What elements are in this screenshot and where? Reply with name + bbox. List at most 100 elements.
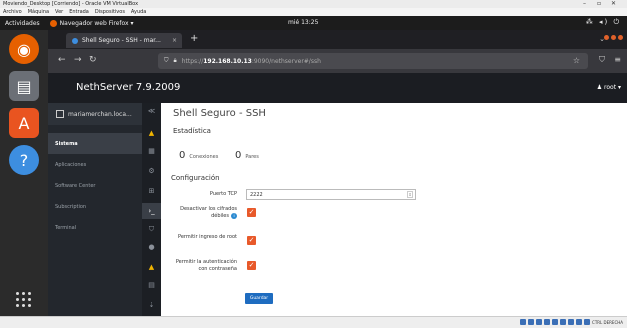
user-menu[interactable]: ♟ root ▾ [597, 84, 621, 91]
server-icon [56, 110, 64, 118]
pocket-icon[interactable]: ⛉ [599, 55, 605, 65]
shared-folder-icon[interactable] [544, 319, 551, 325]
vbox-menu-entrada[interactable]: Entrada [69, 9, 89, 15]
password-auth-checkbox[interactable]: ✓ [247, 261, 256, 270]
disk-icon[interactable] [520, 319, 527, 325]
status-dot-icon[interactable]: ● [147, 243, 156, 252]
vbox-menu-archivo[interactable]: Archivo [3, 9, 22, 15]
maximize-icon[interactable]: ▫ [597, 0, 601, 7]
stat-connections: 0 Conexiones [179, 150, 218, 161]
cpu-icon[interactable] [576, 319, 583, 325]
files-icon[interactable]: ▤ [9, 71, 39, 101]
security-icon[interactable]: ⛉ [147, 225, 156, 234]
root-login-label: Permitir ingreso de root [177, 234, 237, 240]
sidebar-item-software-center[interactable]: Software Center [48, 175, 142, 196]
vbox-menu-ayuda[interactable]: Ayuda [131, 9, 146, 15]
firefox-icon [49, 19, 57, 27]
dashboard-icon[interactable]: ▦ [147, 147, 156, 156]
page-title: Shell Seguro - SSH [173, 108, 266, 119]
firefox-dock-icon[interactable]: ◉ [9, 34, 39, 64]
recording-icon[interactable] [568, 319, 575, 325]
main-content: Shell Seguro - SSH Estadística 0 Conexio… [161, 103, 627, 316]
vbox-status-icons: CTRL DERECHA [520, 319, 623, 325]
activities-button[interactable]: Actividades [5, 20, 40, 27]
url-host: 192.168.10.13 [203, 57, 252, 65]
bookmark-star-icon[interactable]: ☆ [573, 56, 580, 65]
vbox-title: Moviendo_Desktop [Corriendo] - Oracle VM… [3, 1, 139, 7]
vbox-menu-ver[interactable]: Ver [55, 9, 63, 15]
url-bar[interactable]: ⛉ 🔒︎ https://192.168.10.13:9090/nethserv… [158, 53, 588, 69]
back-icon[interactable]: ← [58, 55, 66, 65]
power-icon: ⏻ [613, 18, 621, 26]
tab-ssh[interactable]: Shell Seguro - SSH - mar... × [66, 33, 182, 48]
reload-icon[interactable]: ↻ [89, 55, 97, 65]
firefox-tab-strip: Shell Seguro - SSH - mar... × + ⌄ [48, 30, 627, 49]
network-section-icon[interactable]: ⊞ [147, 187, 156, 196]
url-path: :9090/nethserver#/ssh [251, 57, 321, 65]
software-icon[interactable]: A [9, 108, 39, 138]
minimize-icon[interactable]: – [583, 0, 586, 7]
stat-peers: 0 Pares [235, 150, 259, 161]
stat-connections-label: Conexiones [189, 154, 219, 160]
ssh-section-icon[interactable]: ›_ [142, 203, 161, 219]
app-menu-label: Navegador web Firefox ▾ [59, 19, 134, 27]
tab-close-icon[interactable]: × [172, 37, 177, 44]
sidebar-item-terminal[interactable]: Terminal [48, 217, 142, 238]
vbox-titlebar: Moviendo_Desktop [Corriendo] - Oracle VM… [0, 0, 627, 8]
root-login-checkbox[interactable]: ✓ [247, 236, 256, 245]
tcp-port-input[interactable]: 2222 ⇕ [246, 189, 416, 200]
host-key-label: CTRL DERECHA [592, 319, 623, 325]
host-selector[interactable]: mariamerchan.loca... [48, 103, 142, 125]
hamburger-menu-icon[interactable]: ≡ [614, 55, 621, 64]
services-icon[interactable]: ⚙ [147, 167, 156, 176]
sidebar-item-subscription[interactable]: Subscription [48, 196, 142, 217]
collapse-icon[interactable]: ≪ [147, 107, 156, 116]
sidebar-item-aplicaciones[interactable]: Aplicaciones [48, 154, 142, 175]
notifications-icon[interactable]: ▲ [147, 129, 156, 138]
tcp-port-label: Puerto TCP [209, 191, 237, 197]
usb-icon[interactable] [536, 319, 543, 325]
config-heading: Configuración [171, 174, 220, 182]
vbox-menu-maquina[interactable]: Máquina [28, 9, 49, 15]
stat-connections-value: 0 [179, 150, 186, 161]
shield-icon: ⛉ [164, 57, 169, 64]
warning-icon[interactable]: ▲ [147, 263, 156, 272]
user-icon: ♟ [596, 84, 603, 91]
weak-ciphers-label: Desactivar los cifrados débiles i [167, 206, 237, 220]
mouse-integration-icon[interactable] [584, 319, 591, 325]
brand-title: NethServer 7.9.2009 [76, 82, 181, 93]
dock: ◉ ▤ A ? [0, 30, 48, 316]
network-icon: ⁂ [585, 18, 595, 26]
storage-icon[interactable]: ▤ [147, 281, 156, 290]
app-menu[interactable]: Navegador web Firefox ▾ [49, 19, 134, 27]
sidebar-item-sistema[interactable]: Sistema [48, 133, 142, 154]
logs-icon[interactable]: ⇣ [147, 301, 156, 310]
port-spinner-icon[interactable]: ⇕ [407, 191, 413, 198]
help-icon[interactable]: ? [9, 145, 39, 175]
password-auth-label: Permitir la autenticación con contraseña [175, 259, 237, 272]
network-adapter-icon[interactable] [560, 319, 567, 325]
display-icon[interactable] [552, 319, 559, 325]
window-controls[interactable] [604, 35, 623, 40]
forward-icon[interactable]: → [74, 55, 82, 65]
url-prefix: https:// [181, 57, 204, 65]
vbox-menu-dispositivos[interactable]: Dispositivos [95, 9, 125, 15]
optical-icon[interactable] [528, 319, 535, 325]
volume-icon: ◂) [598, 18, 610, 26]
tab-title: Shell Seguro - SSH - mar... [82, 37, 161, 44]
clock[interactable]: mié 13:25 [288, 19, 318, 26]
new-tab-button[interactable]: + [190, 33, 198, 44]
stats-heading: Estadística [173, 127, 211, 135]
stat-peers-value: 0 [235, 150, 242, 161]
lock-icon: 🔒︎ [173, 57, 177, 64]
system-tray[interactable]: ⁂ ◂) ⏻ [586, 18, 621, 27]
gnome-top-bar: Actividades Navegador web Firefox ▾ mié … [0, 16, 627, 30]
firefox-navbar: ← → ↻ ⛉ 🔒︎ https://192.168.10.13:9090/ne… [48, 49, 627, 73]
info-icon[interactable]: i [231, 213, 237, 219]
save-button[interactable]: Guardar [245, 293, 273, 304]
tab-favicon-icon [72, 37, 78, 44]
show-apps-icon[interactable] [16, 292, 32, 308]
close-icon[interactable]: ✕ [611, 0, 616, 7]
sidebar-menu: Sistema Aplicaciones Software Center Sub… [48, 133, 142, 238]
weak-ciphers-checkbox[interactable]: ✓ [247, 208, 256, 217]
